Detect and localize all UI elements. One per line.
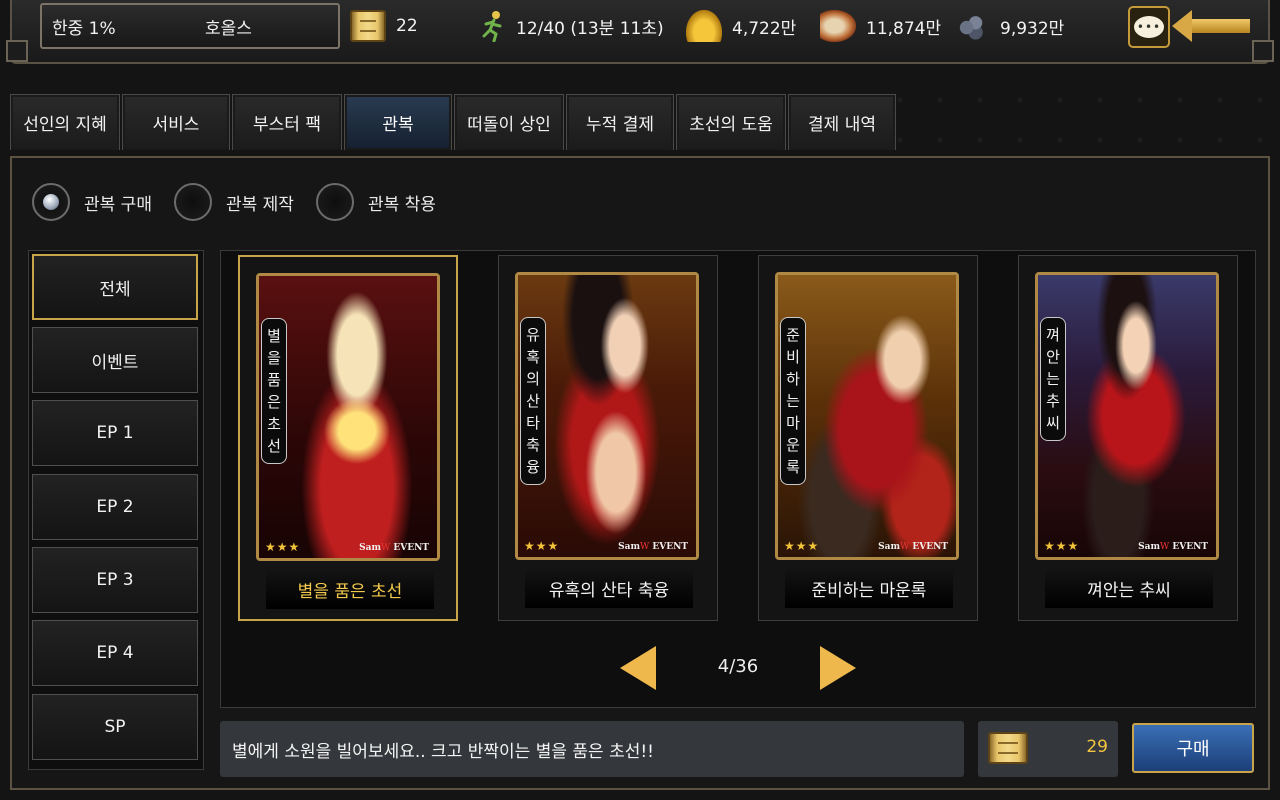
chat-bubble-icon: •••	[1134, 16, 1164, 38]
costume-art-frame: 별을 품은 초선 ★★★ SamW EVENT	[256, 273, 440, 561]
player-name: 호올스	[205, 18, 252, 39]
costume-card[interactable]: 껴안는 추씨 ★★★ SamW EVENT 껴안는 추씨	[1018, 255, 1238, 621]
page-indicator: 4/36	[717, 656, 759, 677]
tab-service[interactable]: 서비스	[122, 94, 230, 150]
stamina-value: 12/40 (13분 11초)	[516, 18, 664, 39]
costume-name: 유혹의 산타 축융	[525, 568, 693, 608]
event-brand: SamW EVENT	[878, 542, 948, 552]
radio-label: 관복 제작	[225, 194, 294, 215]
price-box: 29	[978, 721, 1118, 777]
radio-label: 관복 착용	[367, 194, 436, 215]
tab-wisdom[interactable]: 선인의 지혜	[10, 94, 120, 150]
costume-vertical-title: 준비하는 마운록	[780, 317, 806, 485]
radio-craft-costume[interactable]: 관복 제작	[173, 183, 294, 221]
category-ep1[interactable]: EP 1	[32, 400, 198, 466]
meat-icon	[820, 10, 856, 42]
radio-indicator	[315, 183, 354, 221]
category-sp[interactable]: SP	[32, 694, 198, 760]
arrow-left-icon	[1172, 10, 1192, 42]
radio-buy-costume[interactable]: 관복 구매	[32, 183, 152, 221]
tab-choseon-help[interactable]: 초선의 도움	[676, 94, 786, 150]
costume-name: 껴안는 추씨	[1045, 568, 1213, 608]
food-value: 11,874만	[866, 18, 942, 39]
radio-wear-costume[interactable]: 관복 착용	[315, 183, 436, 221]
costume-card[interactable]: 별을 품은 초선 ★★★ SamW EVENT 별을 품은 초선	[238, 255, 458, 621]
server-label: 한중 1%	[52, 18, 116, 39]
corner-ornament-right	[1252, 40, 1274, 62]
radio-indicator	[32, 183, 70, 221]
iron-value: 9,932만	[1000, 18, 1065, 39]
event-brand: SamW EVENT	[359, 543, 429, 553]
costume-vertical-title: 유혹의 산타 축융	[520, 317, 546, 485]
radio-label: 관복 구매	[84, 194, 152, 215]
costume-description: 별에게 소원을 빌어보세요.. 크고 반짝이는 별을 품은 초선!!	[220, 721, 964, 777]
tab-cumulative-payment[interactable]: 누적 결제	[566, 94, 674, 150]
category-ep2[interactable]: EP 2	[32, 474, 198, 540]
tab-booster-pack[interactable]: 부스터 팩	[232, 94, 342, 150]
costume-name: 별을 품은 초선	[266, 569, 434, 609]
costume-vertical-title: 껴안는 추씨	[1040, 317, 1066, 441]
star-rating: ★★★	[265, 540, 301, 554]
iron-stat: 9,932만	[954, 8, 1064, 44]
costume-art-frame: 준비하는 마운록 ★★★ SamW EVENT	[775, 272, 959, 560]
player-info[interactable]: 한중 1% 호올스	[40, 3, 340, 49]
chat-button[interactable]: •••	[1128, 6, 1170, 48]
costume-vertical-title: 별을 품은 초선	[261, 318, 287, 464]
event-brand: SamW EVENT	[1138, 542, 1208, 552]
category-event[interactable]: 이벤트	[32, 327, 198, 393]
stamina-stat: 12/40 (13분 11초)	[482, 8, 664, 44]
runner-icon	[482, 10, 506, 43]
gold-icon	[686, 10, 722, 42]
scroll-stat: 22	[350, 8, 418, 44]
category-all[interactable]: 전체	[32, 254, 198, 320]
food-stat: 11,874만	[820, 8, 941, 44]
scroll-count: 22	[396, 16, 418, 36]
category-ep4[interactable]: EP 4	[32, 620, 198, 686]
costume-card[interactable]: 유혹의 산타 축융 ★★★ SamW EVENT 유혹의 산타 축융	[498, 255, 718, 621]
costume-art-frame: 껴안는 추씨 ★★★ SamW EVENT	[1035, 272, 1219, 560]
buy-button[interactable]: 구매	[1132, 723, 1254, 773]
mode-radio-group: 관복 구매 관복 제작 관복 착용	[32, 182, 458, 222]
radio-indicator	[173, 183, 212, 221]
event-brand: SamW EVENT	[618, 542, 688, 552]
next-page-arrow-icon[interactable]	[820, 646, 856, 690]
corner-ornament-left	[6, 40, 28, 62]
iron-ore-icon	[954, 10, 990, 42]
costume-art-frame: 유혹의 산타 축융 ★★★ SamW EVENT	[515, 272, 699, 560]
prev-page-arrow-icon[interactable]	[620, 646, 656, 690]
scroll-currency-icon	[988, 732, 1028, 764]
back-arrow-button[interactable]	[1172, 10, 1250, 42]
gold-stat: 4,722만	[686, 8, 796, 44]
tab-costume[interactable]: 관복	[344, 94, 452, 150]
star-rating: ★★★	[524, 539, 560, 553]
tab-wandering-merchant[interactable]: 떠돌이 상인	[454, 94, 564, 150]
scroll-icon	[350, 10, 386, 42]
gold-value: 4,722만	[732, 18, 797, 39]
costume-card[interactable]: 준비하는 마운록 ★★★ SamW EVENT 준비하는 마운록	[758, 255, 978, 621]
star-rating: ★★★	[1044, 539, 1080, 553]
price-value: 29	[1086, 737, 1108, 757]
star-rating: ★★★	[784, 539, 820, 553]
shop-tabs: 선인의 지혜 서비스 부스터 팩 관복 떠돌이 상인 누적 결제 초선의 도움 …	[10, 94, 896, 150]
costume-name: 준비하는 마운록	[785, 568, 953, 608]
category-ep3[interactable]: EP 3	[32, 547, 198, 613]
tab-payment-history[interactable]: 결제 내역	[788, 94, 896, 150]
